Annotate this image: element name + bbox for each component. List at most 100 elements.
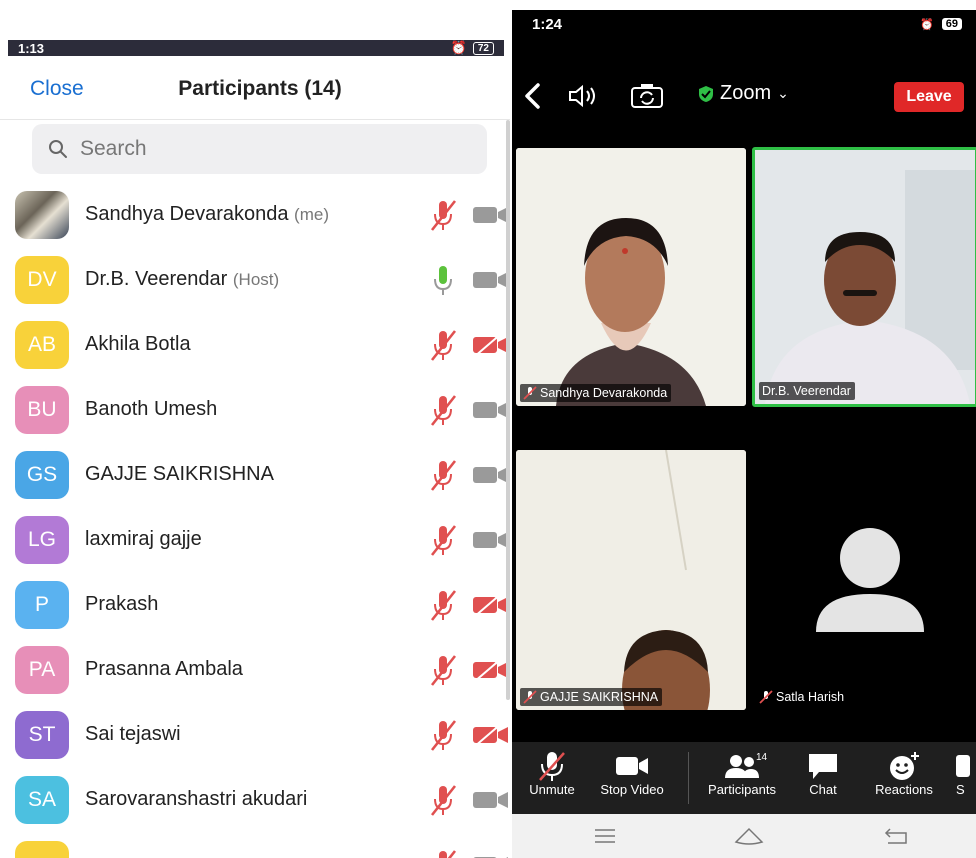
avatar: P [15,580,69,629]
status-bar: 1:13 ⏰ 72 [8,40,504,56]
video-off-icon[interactable] [472,721,508,748]
stop-video-button[interactable]: Stop Video [592,750,672,810]
participant-row[interactable]: DV Dr.B. Veerendar (Host) [0,247,510,312]
mic-muted-icon[interactable] [428,393,458,427]
participant-name: Sandhya Devarakonda (me) [85,203,329,226]
status-bar: 1:24 ⏰ 69 [512,10,976,38]
alarm-icon: ⏰ [450,40,467,55]
participant-name: Prakash [85,593,158,616]
chevron-down-icon: ⌄ [777,85,789,101]
participant-list: Sandhya Devarakonda (me) DV Dr.B. Veerenda… [0,182,510,858]
participant-name: Dr.B. Veerendar (Host) [85,268,279,291]
participant-name-text: Dr.B. Veerendar [85,268,228,290]
mic-muted-icon[interactable] [428,718,458,752]
status-time: 1:13 [18,40,45,56]
back-icon[interactable] [522,82,542,110]
meeting-info-button[interactable]: Zoom ⌄ [698,82,789,105]
video-camera-icon[interactable] [472,462,508,488]
mic-muted-icon[interactable] [428,198,458,232]
scrollbar[interactable] [506,120,510,700]
mic-icon[interactable] [428,263,458,297]
participants-panel: 1:13 ⏰ 72 Close Participants (14) Search… [0,0,510,858]
participant-row[interactable]: BU Banoth Umesh [0,377,510,442]
video-tile-sandhya[interactable]: Sandhya Devarakonda [516,148,746,406]
video-camera-icon[interactable] [472,397,508,423]
recent-apps-icon[interactable] [594,828,616,844]
mic-muted-icon[interactable] [428,588,458,622]
mic-muted-icon[interactable] [428,458,458,492]
tile-name-label: Satla Harish [756,688,848,706]
participant-row[interactable]: GS GAJJE SAIKRISHNA [0,442,510,507]
battery-level: 72 [472,41,494,55]
mic-muted-icon[interactable] [428,783,458,817]
video-tile-satla[interactable]: Satla Harish [752,450,976,710]
mic-muted-icon [539,752,565,781]
participant-name-text: laxmiraj gajje [85,528,202,550]
video-camera-icon[interactable] [472,527,508,553]
mic-muted-icon [523,690,537,704]
avatar-placeholder-icon [816,528,924,632]
video-tile-gajje[interactable]: GAJJE SAIKRISHNA [516,450,746,710]
video-off-icon[interactable] [472,331,508,358]
participant-row[interactable]: PA Prasanna Ambala [0,637,510,702]
participant-row[interactable]: P Prakash [0,572,510,637]
mic-muted-icon[interactable] [428,523,458,557]
home-icon[interactable] [734,826,764,846]
search-input[interactable]: Search [32,124,487,174]
video-camera-icon[interactable] [472,202,508,228]
participants-button[interactable]: 14 Participants [700,750,784,810]
avatar: GS [15,450,69,499]
avatar: AB [15,320,69,369]
mic-muted-icon [523,386,537,400]
video-camera-icon[interactable] [472,852,508,858]
avatar: BU [15,385,69,434]
avatar [15,840,69,858]
video-camera-icon [616,757,648,775]
participant-name: Sai tejaswi [85,723,181,746]
participant-video [516,450,746,710]
participant-row[interactable]: ST Sai tejaswi [0,702,510,767]
back-nav-icon[interactable] [884,827,910,845]
video-camera-icon[interactable] [472,787,508,813]
avatar: SA [15,775,69,824]
participant-name-text: Prasanna Ambala [85,658,243,680]
tile-name-label: Sandhya Devarakonda [520,384,672,402]
participant-row[interactable] [0,832,510,858]
mic-muted-icon[interactable] [428,653,458,687]
mic-muted-icon[interactable] [428,848,458,858]
unmute-button[interactable]: Unmute [512,750,592,810]
video-off-icon[interactable] [472,591,508,618]
mic-muted-icon[interactable] [428,328,458,362]
participant-row[interactable]: Sandhya Devarakonda (me) [0,182,510,247]
avatar: DV [15,255,69,304]
divider [688,752,689,804]
participant-row[interactable]: SA Sarovaranshastri akudari [0,767,510,832]
participant-role-tag: (Host) [232,270,280,289]
system-nav-bar [512,814,976,858]
participants-icon [725,755,759,778]
participant-name-text: Banoth Umesh [85,398,218,420]
participant-name: Prasanna Ambala [85,658,243,681]
video-off-icon[interactable] [472,656,508,683]
meeting-controls: Unmute Stop Video 14 Participants Chat R… [512,742,976,814]
participants-count-badge: 14 [756,752,768,763]
chat-icon [809,754,837,779]
video-tile-veerendar[interactable]: Dr.B. Veerendar [752,147,976,407]
participant-video [516,148,746,406]
chat-button[interactable]: Chat [784,750,862,810]
share-button[interactable]: S [956,750,976,810]
participant-name: Akhila Botla [85,333,191,356]
participant-row[interactable]: LG laxmiraj gajje [0,507,510,572]
leave-button[interactable]: Leave [894,82,964,112]
participant-name: Sarovaranshastri akudari [85,788,307,811]
tile-name-label: Dr.B. Veerendar [759,382,855,400]
participant-name-text: Sai tejaswi [85,723,181,745]
speaker-icon[interactable] [568,84,600,108]
video-camera-icon[interactable] [472,267,508,293]
switch-camera-icon[interactable] [630,83,664,109]
participant-name-text: GAJJE SAIKRISHNA [85,463,274,485]
meeting-toolbar: Zoom ⌄ Leave [512,72,976,118]
reactions-button[interactable]: Reactions [864,750,944,810]
avatar [15,190,69,239]
participant-row[interactable]: AB Akhila Botla [0,312,510,377]
